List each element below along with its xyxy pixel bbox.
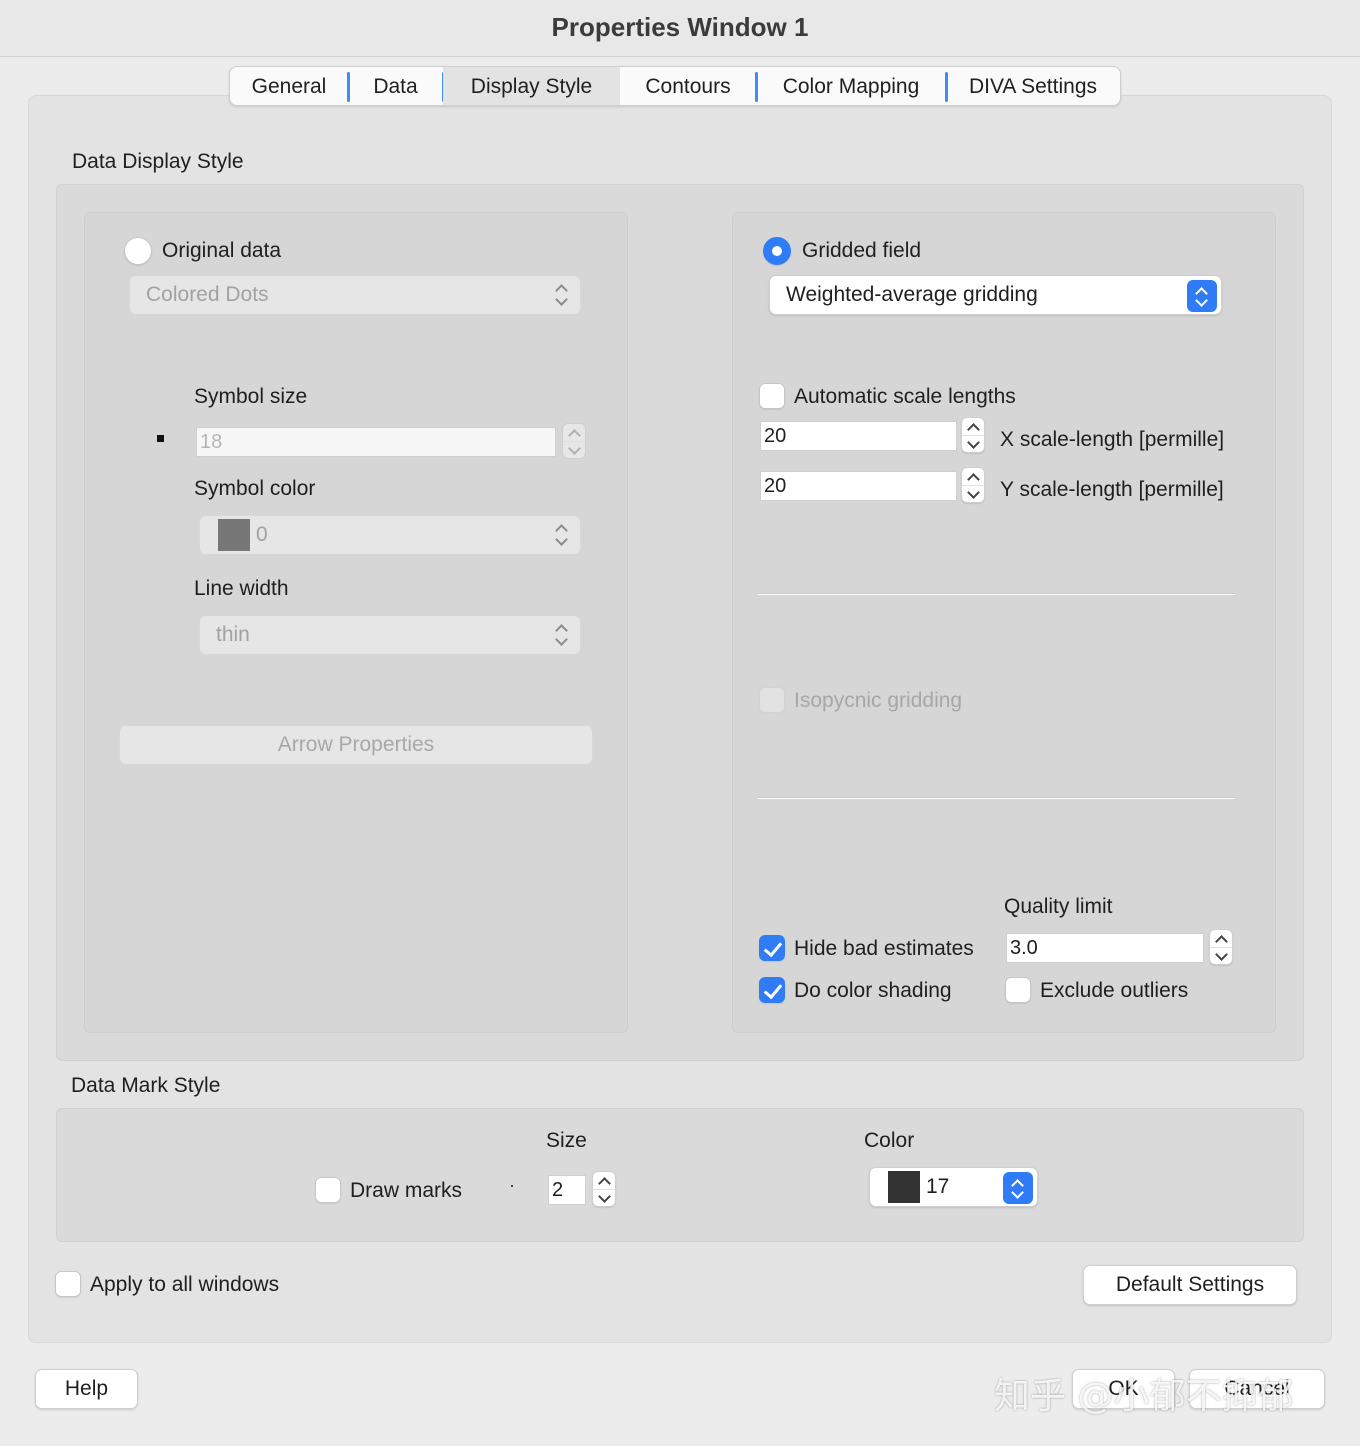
automatic-scale-label: Automatic scale lengths: [794, 385, 1016, 408]
tab-contours-label: Contours: [645, 75, 731, 98]
mark-color-value: 17: [926, 1175, 950, 1198]
hide-bad-estimates-checkbox[interactable]: [759, 935, 785, 961]
mark-size-field[interactable]: 2: [548, 1175, 586, 1205]
mark-color-label: Color: [864, 1129, 915, 1152]
x-scale-length-field[interactable]: 20: [760, 421, 957, 451]
tab-general[interactable]: General: [230, 67, 350, 105]
gridded-field-label: Gridded field: [802, 239, 922, 262]
window-title: Properties Window 1: [0, 0, 1360, 57]
isopycnic-gridding-label: Isopycnic gridding: [794, 689, 963, 712]
quality-limit-field[interactable]: 3.0: [1006, 933, 1204, 963]
data-mark-style-title: Data Mark Style: [71, 1074, 221, 1097]
tab-diva-settings-label: DIVA Settings: [968, 75, 1097, 98]
color-shading-checkbox[interactable]: [759, 977, 785, 1003]
original-style-popup-value: Colored Dots: [146, 283, 269, 306]
data-display-style-title: Data Display Style: [72, 150, 244, 173]
symbol-color-popup[interactable]: 0: [199, 515, 581, 555]
line-width-popup[interactable]: thin: [199, 615, 581, 655]
chevron-updown-icon: [1003, 1172, 1033, 1204]
automatic-scale-checkbox[interactable]: [759, 383, 785, 409]
y-scale-length-label: Y scale-length [permille]: [1000, 478, 1224, 501]
divider: [758, 797, 1235, 799]
mark-size-stepper[interactable]: [592, 1171, 616, 1207]
tab-color-mapping[interactable]: Color Mapping: [756, 67, 948, 105]
divider: [758, 593, 1235, 595]
default-settings-button[interactable]: Default Settings: [1083, 1265, 1297, 1305]
help-button[interactable]: Help: [35, 1369, 138, 1409]
draw-marks-label: Draw marks: [350, 1179, 463, 1202]
symbol-size-label: Symbol size: [194, 385, 308, 408]
tab-display-style[interactable]: Display Style: [443, 67, 620, 105]
symbol-color-value: 0: [256, 523, 268, 546]
data-mark-style-group: [56, 1108, 1304, 1242]
mark-color-swatch: [888, 1171, 920, 1203]
quality-limit-label: Quality limit: [1004, 895, 1113, 918]
chevron-updown-icon: [554, 283, 568, 307]
tab-general-label: General: [251, 75, 327, 98]
apply-all-windows-checkbox[interactable]: [55, 1271, 81, 1297]
x-scale-length-stepper[interactable]: [961, 417, 985, 453]
gridded-field-radio[interactable]: [763, 237, 791, 265]
tab-data[interactable]: Data: [348, 67, 445, 105]
mark-size-label: Size: [546, 1129, 587, 1152]
mark-preview-icon: [511, 1185, 513, 1187]
gridding-method-popup[interactable]: Weighted-average gridding: [769, 275, 1222, 315]
symbol-size-field[interactable]: 18: [196, 427, 556, 457]
mark-color-popup[interactable]: 17: [869, 1167, 1038, 1207]
chevron-updown-icon: [554, 623, 568, 647]
quality-limit-stepper[interactable]: [1209, 929, 1233, 965]
original-data-radio[interactable]: [124, 237, 152, 265]
watermark: 知乎 @小郁不抑郁: [994, 1376, 1294, 1417]
isopycnic-gridding-checkbox[interactable]: [759, 687, 785, 713]
apply-all-windows-label: Apply to all windows: [90, 1273, 280, 1296]
tab-contours[interactable]: Contours: [620, 67, 758, 105]
original-style-popup[interactable]: Colored Dots: [129, 275, 581, 315]
chevron-updown-icon: [554, 523, 568, 547]
symbol-color-swatch: [218, 519, 250, 551]
line-width-label: Line width: [194, 577, 289, 600]
draw-marks-checkbox[interactable]: [315, 1177, 341, 1203]
tab-diva-settings[interactable]: DIVA Settings: [946, 67, 1120, 105]
chevron-updown-icon: [1187, 280, 1217, 312]
exclude-outliers-checkbox[interactable]: [1005, 977, 1031, 1003]
gridding-method-value: Weighted-average gridding: [786, 283, 1038, 306]
tab-display-style-label: Display Style: [470, 75, 593, 98]
line-width-value: thin: [216, 623, 250, 646]
exclude-outliers-label: Exclude outliers: [1040, 979, 1189, 1002]
tab-bar: General Data Display Style Contours Colo…: [229, 66, 1121, 106]
arrow-properties-button[interactable]: Arrow Properties: [119, 725, 593, 765]
symbol-color-label: Symbol color: [194, 477, 316, 500]
original-data-label: Original data: [162, 239, 282, 262]
symbol-size-stepper[interactable]: [562, 423, 586, 459]
symbol-preview-icon: [157, 435, 164, 442]
color-shading-label: Do color shading: [794, 979, 952, 1002]
y-scale-length-field[interactable]: 20: [760, 471, 957, 501]
y-scale-length-stepper[interactable]: [961, 467, 985, 503]
tab-data-label: Data: [373, 75, 418, 98]
tab-color-mapping-label: Color Mapping: [782, 75, 920, 98]
hide-bad-estimates-label: Hide bad estimates: [794, 937, 974, 960]
x-scale-length-label: X scale-length [permille]: [1000, 428, 1225, 451]
